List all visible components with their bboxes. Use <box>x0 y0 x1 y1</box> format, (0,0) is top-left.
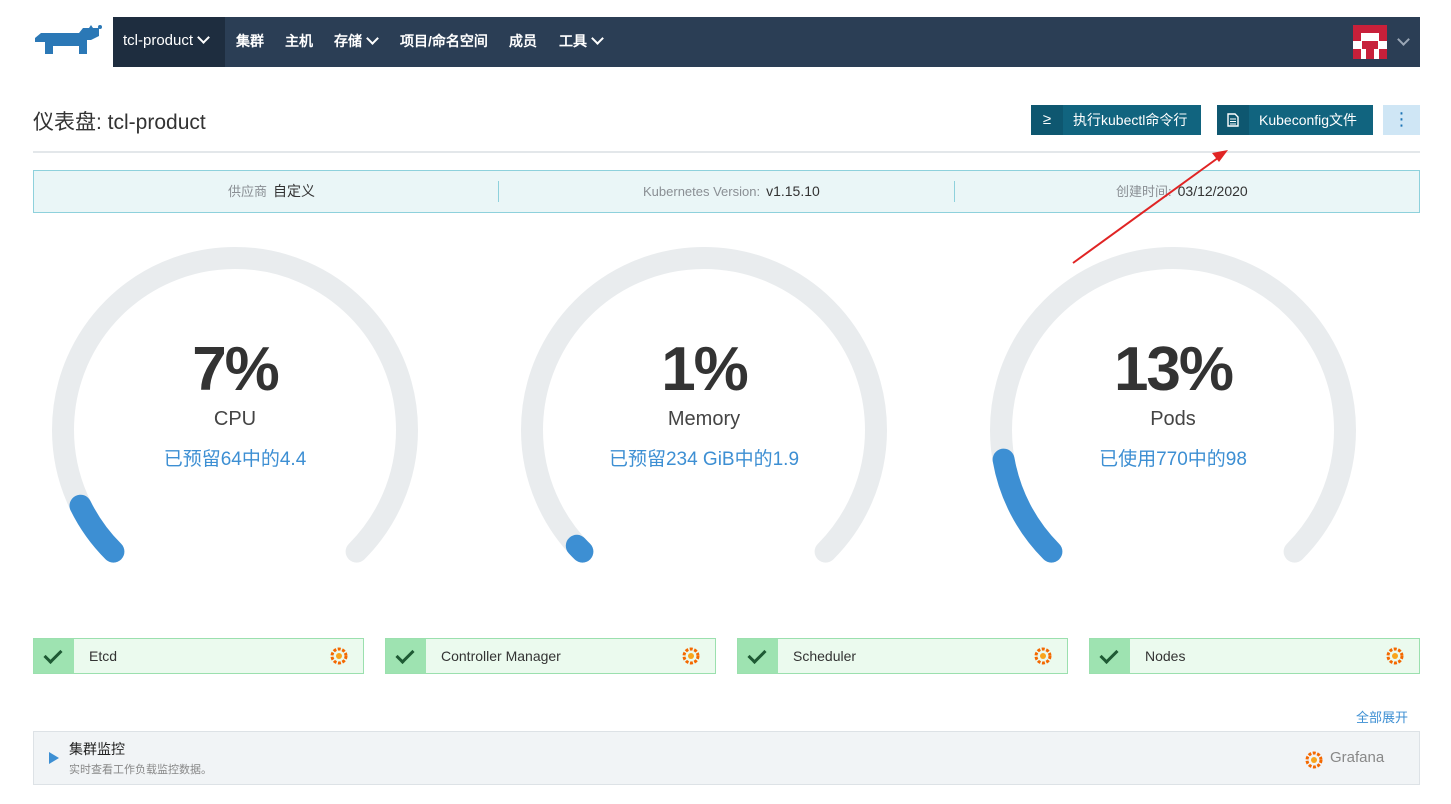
k8s-version-info: Kubernetes Version: v1.15.10 <box>643 171 820 212</box>
gauge-percent: 1% <box>661 335 749 404</box>
terminal-icon: ≥ <box>1031 105 1063 135</box>
chevron-down-icon <box>591 32 604 45</box>
chevron-down-icon <box>366 32 379 45</box>
grafana-icon[interactable] <box>1385 646 1405 666</box>
cpu-gauge: 7% CPU 已预留64中的4.4 <box>35 238 435 578</box>
gauge-used[interactable]: 已使用770中的98 <box>973 444 1373 471</box>
gauge-fill <box>565 534 594 563</box>
status-label: Controller Manager <box>441 648 561 664</box>
check-icon <box>1090 639 1130 673</box>
provider-label: 供应商 <box>228 184 268 199</box>
check-icon <box>34 639 74 673</box>
status-label: Etcd <box>89 648 118 664</box>
kubectl-shell-button[interactable]: ≥ 执行kubectl命令行 <box>1031 105 1201 135</box>
gauge-fill <box>992 448 1063 563</box>
rancher-logo[interactable] <box>33 24 103 62</box>
gauge-label: CPU <box>213 408 257 430</box>
nav-item-hosts[interactable]: 主机 <box>285 17 313 67</box>
kubectl-button-label: 执行kubectl命令行 <box>1073 112 1188 128</box>
k8s-version-value: v1.15.10 <box>766 183 820 199</box>
status-label: Nodes <box>1145 648 1186 664</box>
created-label: 创建时间: <box>1116 184 1172 199</box>
expand-arrow-icon[interactable] <box>49 752 59 764</box>
header-divider <box>33 151 1420 153</box>
nav-item-tools[interactable]: 工具 <box>559 17 604 67</box>
cluster-monitoring-panel[interactable]: 集群监控 实时查看工作负载监控数据。 Grafana <box>33 731 1420 785</box>
grafana-icon[interactable] <box>329 646 349 666</box>
grafana-label: Grafana <box>1330 749 1385 766</box>
created-value: 03/12/2020 <box>1177 183 1248 199</box>
memory-gauge: 1% Memory 已预留234 GiB中的1.9 <box>504 238 904 578</box>
more-actions-button[interactable]: ⋮ <box>1383 105 1420 135</box>
gauge-percent: 13% <box>1113 335 1234 404</box>
grafana-icon[interactable] <box>1033 646 1053 666</box>
info-separator <box>954 181 955 202</box>
status-label: Scheduler <box>793 648 857 664</box>
nav-tools-label: 工具 <box>559 33 587 49</box>
file-icon <box>1217 105 1249 135</box>
info-separator <box>498 181 499 202</box>
top-nav: tcl-product 集群 主机 存储 项目/命名空间 成员 工具 <box>113 17 1420 67</box>
monitor-title: 集群监控 <box>69 741 125 757</box>
user-menu-chevron-icon[interactable] <box>1397 33 1410 46</box>
grafana-icon[interactable] <box>681 646 701 666</box>
status-controller-manager: Controller Manager <box>385 638 716 674</box>
gauge-fill <box>69 494 125 563</box>
cluster-name: tcl-product <box>123 32 194 49</box>
chevron-down-icon <box>197 31 210 44</box>
provider-info: 供应商 自定义 <box>228 171 315 212</box>
kubeconfig-file-button[interactable]: Kubeconfig文件 <box>1217 105 1373 135</box>
nav-storage-label: 存储 <box>334 33 362 49</box>
cluster-switcher[interactable]: tcl-product <box>113 17 225 67</box>
nav-item-storage[interactable]: 存储 <box>334 17 379 67</box>
user-avatar[interactable] <box>1353 25 1387 59</box>
kubeconfig-button-label: Kubeconfig文件 <box>1259 112 1358 128</box>
gauge-reserved[interactable]: 已预留64中的4.4 <box>35 444 435 471</box>
page-title: 仪表盘: tcl-product <box>33 111 206 134</box>
nav-item-members[interactable]: 成员 <box>509 17 537 67</box>
gauge-percent: 7% <box>192 335 280 404</box>
check-icon <box>738 639 778 673</box>
grafana-icon <box>1305 751 1323 769</box>
provider-value: 自定义 <box>273 183 316 199</box>
nav-item-projects[interactable]: 项目/命名空间 <box>400 17 488 67</box>
gauge-reserved[interactable]: 已预留234 GiB中的1.9 <box>504 444 904 471</box>
nav-item-cluster[interactable]: 集群 <box>236 17 264 67</box>
status-etcd: Etcd <box>33 638 364 674</box>
pods-gauge: 13% Pods 已使用770中的98 <box>973 238 1373 578</box>
k8s-version-label: Kubernetes Version: <box>643 184 761 199</box>
gauge-label: Pods <box>1150 408 1196 430</box>
check-icon <box>386 639 426 673</box>
gauge-label: Memory <box>667 408 741 430</box>
monitor-description: 实时查看工作负载监控数据。 <box>69 764 212 776</box>
cluster-info-banner: 供应商 自定义 Kubernetes Version: v1.15.10 创建时间:… <box>33 170 1420 213</box>
status-nodes: Nodes <box>1089 638 1420 674</box>
created-info: 创建时间: 03/12/2020 <box>1116 171 1248 212</box>
status-scheduler: Scheduler <box>737 638 1068 674</box>
expand-all-link[interactable]: 全部展开 <box>1356 707 1408 726</box>
